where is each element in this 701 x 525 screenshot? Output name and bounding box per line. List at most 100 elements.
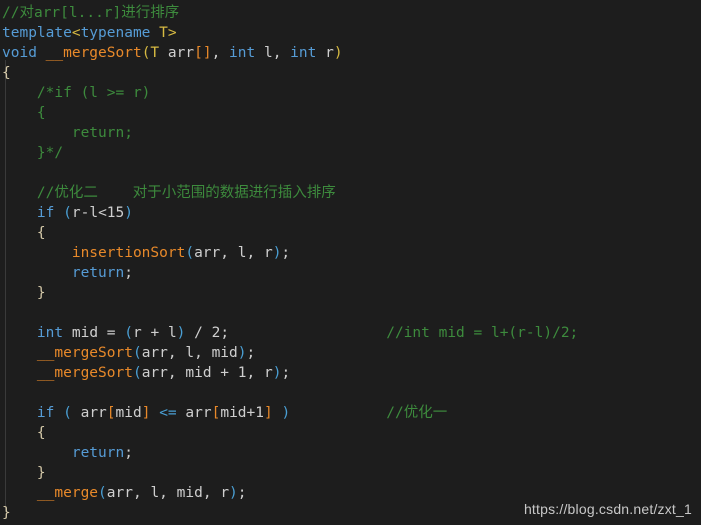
code-token: ( bbox=[63, 205, 72, 221]
code-line[interactable]: { bbox=[0, 63, 701, 83]
code-token: ) bbox=[124, 205, 133, 221]
code-token: { bbox=[2, 105, 46, 121]
code-line[interactable] bbox=[0, 163, 701, 183]
code-token: + bbox=[211, 365, 238, 381]
code-line[interactable]: __mergeSort(arr, mid + 1, r); bbox=[0, 363, 701, 383]
code-token: ; bbox=[124, 265, 133, 281]
code-line[interactable]: //对arr[l...r]进行排序 bbox=[0, 3, 701, 23]
code-line[interactable]: if ( arr[mid] <= arr[mid+1] ) //优化一 bbox=[0, 403, 701, 423]
code-line[interactable] bbox=[0, 303, 701, 323]
code-token: , bbox=[246, 245, 256, 261]
code-token: { bbox=[36, 225, 46, 241]
code-line[interactable]: __mergeSort(arr, l, mid); bbox=[0, 343, 701, 363]
code-token: r bbox=[220, 485, 230, 501]
code-token: ( bbox=[63, 405, 72, 421]
code-line[interactable] bbox=[0, 383, 701, 403]
code-line[interactable]: } bbox=[0, 463, 701, 483]
code-line[interactable]: }*/ bbox=[0, 143, 701, 163]
code-token: + bbox=[246, 405, 256, 421]
code-token: if bbox=[36, 405, 55, 421]
watermark-url: https://blog.csdn.net/zxt_1 bbox=[523, 501, 692, 517]
code-line[interactable]: { bbox=[0, 223, 701, 243]
code-line[interactable]: { bbox=[0, 103, 701, 123]
code-token: , bbox=[220, 245, 230, 261]
code-token: , bbox=[132, 485, 142, 501]
code-token: [ bbox=[106, 405, 116, 421]
code-token: , bbox=[194, 345, 203, 361]
code-token: T bbox=[150, 45, 160, 61]
code-token: //优化一 bbox=[386, 405, 448, 421]
code-block[interactable]: //对arr[l...r]进行排序 template<typename T> voi… bbox=[0, 3, 701, 523]
code-token: mid bbox=[211, 345, 238, 361]
code-line[interactable]: if (r-l<15) bbox=[0, 203, 701, 223]
code-token: { bbox=[2, 65, 11, 81]
code-token: > bbox=[167, 25, 177, 41]
code-line[interactable]: /*if (l >= r) bbox=[0, 83, 701, 103]
code-token: insertionSort bbox=[71, 245, 186, 261]
code-line[interactable]: return; bbox=[0, 123, 701, 143]
code-token: 1 bbox=[237, 365, 247, 381]
code-token: } bbox=[36, 465, 46, 481]
code-line[interactable]: int mid = (r + l) / 2; //int mid = l+(r-… bbox=[0, 323, 701, 343]
code-token: ; bbox=[124, 445, 133, 461]
code-token: ] bbox=[264, 405, 273, 421]
code-token: arr bbox=[106, 485, 133, 501]
code-token: __mergeSort bbox=[36, 365, 133, 381]
code-line[interactable]: return; bbox=[0, 443, 701, 463]
code-token: , bbox=[167, 345, 177, 361]
code-token: return bbox=[71, 445, 125, 461]
code-token: 15 bbox=[106, 205, 125, 221]
code-token: mid bbox=[220, 405, 247, 421]
code-token: return; bbox=[2, 125, 133, 141]
code-line[interactable]: { bbox=[0, 423, 701, 443]
code-token: int bbox=[36, 325, 64, 341]
code-token: //优化二 对于小范围的数据进行插入排序 bbox=[2, 185, 336, 201]
code-line[interactable]: template<typename T> bbox=[0, 23, 701, 43]
code-token: ( bbox=[124, 325, 133, 341]
code-editor[interactable]: //对arr[l...r]进行排序 template<typename T> voi… bbox=[0, 0, 701, 525]
code-token: r bbox=[133, 325, 142, 341]
code-token: , bbox=[167, 365, 177, 381]
code-token: arr bbox=[185, 405, 212, 421]
code-token: / bbox=[185, 325, 212, 341]
code-line[interactable]: return; bbox=[0, 263, 701, 283]
code-line[interactable]: //优化二 对于小范围的数据进行插入排序 bbox=[0, 183, 701, 203]
code-line[interactable]: insertionSort(arr, l, r); bbox=[0, 243, 701, 263]
code-line[interactable]: } bbox=[0, 283, 701, 303]
code-token: typename bbox=[80, 25, 151, 41]
code-token: l bbox=[89, 205, 99, 221]
code-token: r bbox=[71, 205, 81, 221]
code-token: mid bbox=[185, 365, 212, 381]
code-line[interactable]: void __mergeSort(T arr[], int l, int r) bbox=[0, 43, 701, 63]
code-token: r bbox=[263, 245, 273, 261]
code-token: ( bbox=[185, 245, 195, 261]
code-token: __mergeSort bbox=[45, 45, 142, 61]
code-token: mid bbox=[176, 485, 203, 501]
code-token: T bbox=[159, 25, 168, 41]
code-token: ; bbox=[281, 245, 291, 261]
code-token: arr bbox=[141, 345, 168, 361]
code-token: }*/ bbox=[2, 145, 64, 161]
code-token: ; bbox=[220, 325, 230, 341]
code-token: mid bbox=[71, 325, 99, 341]
code-token: , bbox=[211, 45, 221, 61]
code-token: ( bbox=[132, 365, 142, 381]
code-token: [] bbox=[194, 45, 212, 61]
code-token: = bbox=[98, 325, 125, 341]
